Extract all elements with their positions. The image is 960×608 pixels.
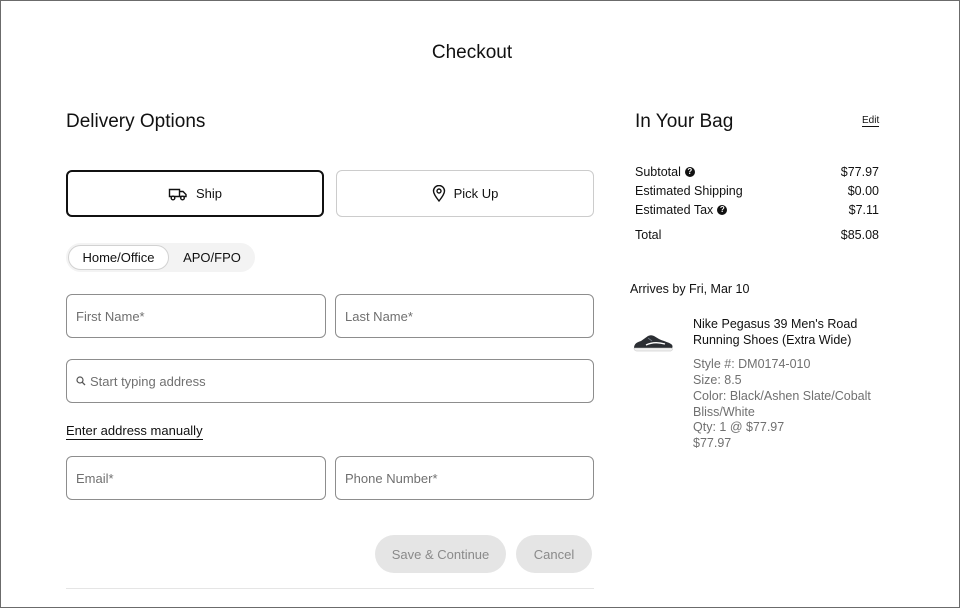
subtotal-label: Subtotal [635,165,681,179]
ship-option-button[interactable]: Ship [66,170,324,217]
pickup-label: Pick Up [453,186,499,201]
product-price: $77.97 [693,436,732,450]
edit-bag-link[interactable]: Edit [862,115,880,127]
product-name[interactable]: Nike Pegasus 39 Men's Road Running Shoes… [693,316,893,348]
ship-label: Ship [195,186,223,201]
email-placeholder: Email* [76,470,114,486]
product-qty: Qty: 1 @ $77.97 [693,420,785,434]
tax-label: Estimated Tax [635,203,714,217]
address-search-field[interactable]: Start typing address [66,359,594,403]
last-name-field[interactable]: Last Name* [335,294,594,338]
pickup-option-button[interactable]: Pick Up [336,170,594,217]
save-continue-button[interactable]: Save & Continue [375,535,506,573]
page-title: Checkout [431,42,513,63]
question-circle-icon[interactable]: ? [717,205,728,215]
product-size: Size: 8.5 [693,373,742,387]
product-style: Style #: DM0174-010 [693,357,811,371]
shipping-label: Estimated Shipping [635,184,743,198]
total-value: $85.08 [840,228,879,242]
location-pin-icon [432,185,446,202]
phone-placeholder: Phone Number* [345,470,438,486]
enter-address-manually-link[interactable]: Enter address manually [66,423,203,440]
question-circle-icon[interactable]: ? [684,167,695,177]
tax-value: $7.11 [848,203,879,217]
address-type-toggle: Home/Office APO/FPO [66,243,255,272]
total-label: Total [635,228,662,242]
phone-field[interactable]: Phone Number* [335,456,594,500]
first-name-placeholder: First Name* [76,308,145,324]
product-color: Color: Black/Ashen Slate/Cobalt Bliss/Wh… [693,389,871,419]
bag-heading: In Your Bag [635,111,734,132]
apo-fpo-tab[interactable]: APO/FPO [172,245,252,270]
arrival-date: Arrives by Fri, Mar 10 [630,282,750,296]
email-field[interactable]: Email* [66,456,326,500]
delivery-options-heading: Delivery Options [66,111,206,132]
search-icon [76,374,90,389]
subtotal-value: $77.97 [840,165,879,179]
home-office-tab[interactable]: Home/Office [68,245,169,270]
subtotal-row: Subtotal ? $77.97 [635,165,879,179]
shipping-row: Estimated Shipping $0.00 [635,184,879,198]
tax-row: Estimated Tax ? $7.11 [635,203,879,217]
truck-icon [168,187,188,201]
last-name-placeholder: Last Name* [345,308,413,324]
shipping-value: $0.00 [847,184,879,198]
product-image[interactable] [632,330,674,359]
total-row: Total $85.08 [635,228,879,242]
address-placeholder: Start typing address [90,373,206,389]
divider [66,588,594,589]
cancel-button[interactable]: Cancel [516,535,592,573]
first-name-field[interactable]: First Name* [66,294,326,338]
